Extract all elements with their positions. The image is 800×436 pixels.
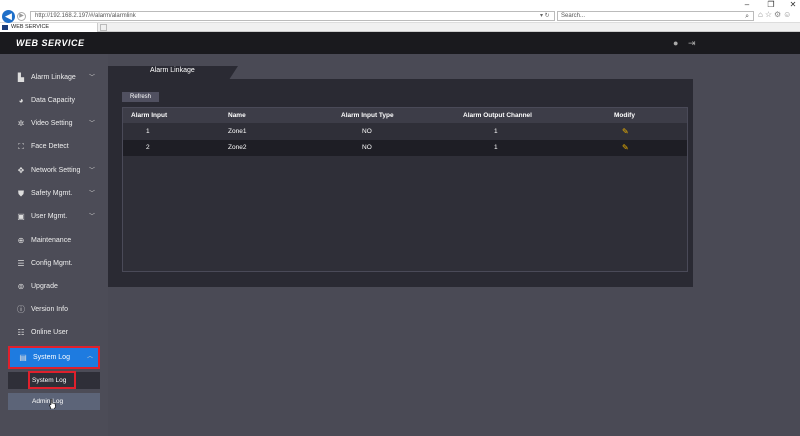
maintenance-icon: ⊕	[17, 236, 25, 245]
network-icon: ✥	[17, 166, 25, 175]
forward-arrow-icon[interactable]: ▶	[17, 12, 26, 21]
sidebar-item-data-capacity[interactable]: ◕ Data Capacity	[8, 91, 100, 111]
sidebar-item-label: Version Info	[31, 306, 68, 313]
cell-type: NO	[362, 144, 372, 151]
sidebar-item-version-info[interactable]: ⓘ Version Info	[8, 300, 100, 320]
sidebar-item-label: System Log	[33, 354, 70, 361]
app-header: WEB SERVICE ● ⇥	[0, 32, 800, 54]
tab-title: WEB SERVICE	[11, 24, 50, 30]
sub-item-label: Admin Log	[32, 398, 64, 405]
cell-alarm-input: 1	[146, 128, 150, 135]
cell-name: Zone1	[228, 128, 247, 135]
edit-pencil-icon[interactable]: ✎	[622, 124, 629, 140]
sidebar-item-safety-mgmt[interactable]: ⛊ Safety Mgmt. ﹀	[8, 184, 100, 204]
sidebar-item-user-mgmt[interactable]: ▣ User Mgmt. ﹀	[8, 207, 100, 227]
config-icon: ☰	[17, 259, 25, 268]
tab-label: Alarm Linkage	[150, 67, 195, 74]
close-icon[interactable]: ✕	[786, 0, 800, 9]
logout-icon[interactable]: ⇥	[688, 38, 696, 49]
sidebar-item-maintenance[interactable]: ⊕ Maintenance	[8, 231, 100, 251]
sidebar-item-alarm-linkage[interactable]: ▙ Alarm Linkage ﹀	[8, 68, 100, 88]
user-icon: ▣	[17, 212, 25, 221]
sidebar-item-label: Config Mgmt.	[31, 260, 73, 267]
sidebar-item-label: Video Setting	[31, 120, 73, 127]
sidebar-item-label: User Mgmt.	[31, 213, 68, 220]
alarm-linkage-icon: ▙	[17, 73, 25, 82]
sidebar-item-video-setting[interactable]: ✲ Video Setting ﹀	[8, 114, 100, 134]
edit-pencil-icon[interactable]: ✎	[622, 140, 629, 156]
table-row[interactable]: 1 Zone1 NO 1 ✎	[123, 124, 687, 140]
refresh-icon[interactable]: ▾ ↻	[540, 11, 550, 21]
minimize-icon[interactable]: –	[740, 0, 754, 9]
back-arrow-icon[interactable]: ◀	[2, 10, 15, 23]
sidebar-item-online-user[interactable]: ☷ Online User	[8, 323, 100, 343]
sidebar-item-upgrade[interactable]: ⊚ Upgrade	[8, 277, 100, 297]
refresh-button[interactable]: Refresh	[122, 92, 159, 102]
column-header: Modify	[614, 112, 635, 119]
brand-title: WEB SERVICE	[16, 38, 85, 48]
chevron-down-icon: ﹀	[88, 214, 95, 220]
sub-item-system-log[interactable]: System Log	[8, 371, 100, 389]
chevron-down-icon: ﹀	[88, 121, 95, 127]
table-header: Alarm Input Name Alarm Input Type Alarm …	[123, 108, 687, 123]
sidebar-item-label: Online User	[31, 329, 68, 336]
column-header: Alarm Input	[131, 112, 168, 119]
browser-tabbar: WEB SERVICE	[0, 23, 800, 32]
face-detect-icon: ⛶	[18, 142, 24, 151]
chevron-down-icon: ﹀	[88, 191, 95, 197]
cell-output: 1	[494, 128, 498, 135]
cell-type: NO	[362, 128, 372, 135]
browser-tab[interactable]: WEB SERVICE	[0, 23, 98, 32]
sidebar-item-label: Alarm Linkage	[31, 74, 76, 81]
table-row[interactable]: 2 Zone2 NO 1 ✎	[123, 140, 687, 156]
hand-cursor-icon	[49, 399, 56, 409]
cell-name: Zone2	[228, 144, 247, 151]
browser-addressbar: ◀ ▶ http://192.168.2.197/#/alarm/alarmli…	[0, 9, 800, 23]
url-input[interactable]: http://192.168.2.197/#/alarm/alarmlink	[30, 11, 555, 21]
system-log-icon: ▤	[19, 353, 27, 362]
chevron-down-icon: ﹀	[88, 168, 95, 174]
online-user-icon: ☷	[17, 328, 25, 337]
browser-search-input[interactable]: Search... ⌕	[557, 11, 754, 21]
pie-chart-icon: ◕	[18, 96, 24, 105]
alarm-linkage-table: Alarm Input Name Alarm Input Type Alarm …	[122, 107, 688, 272]
sidebar-item-label: Safety Mgmt.	[31, 190, 73, 197]
sidebar-item-network-setting[interactable]: ✥ Network Setting ﹀	[8, 161, 100, 181]
sidebar-item-label: Network Setting	[31, 167, 81, 174]
cell-output: 1	[494, 144, 498, 151]
new-tab-button[interactable]	[100, 24, 107, 31]
upgrade-icon: ⊚	[17, 282, 25, 291]
sidebar-item-label: Data Capacity	[31, 97, 75, 104]
user-icon[interactable]: ●	[673, 38, 678, 48]
tab-favicon-icon	[2, 25, 8, 30]
video-setting-icon: ✲	[17, 119, 25, 128]
cell-alarm-input: 2	[146, 144, 150, 151]
sidebar-item-label: Upgrade	[31, 283, 58, 290]
column-header: Alarm Output Channel	[463, 112, 532, 119]
browser-toolbar-icons[interactable]: ⌂☆⚙☺	[758, 10, 793, 19]
sidebar-item-label: Maintenance	[31, 237, 72, 244]
maximize-icon[interactable]: ❐	[764, 0, 778, 9]
shield-icon: ⛊	[18, 189, 24, 198]
sidebar-item-label: Face Detect	[31, 143, 69, 150]
highlight-outline	[28, 371, 76, 389]
sidebar-item-system-log[interactable]: ▤ System Log ︿	[8, 346, 100, 369]
column-header: Alarm Input Type	[341, 112, 394, 119]
chevron-up-icon: ︿	[86, 354, 93, 360]
column-header: Name	[228, 112, 246, 119]
info-icon: ⓘ	[17, 305, 25, 314]
sidebar-item-config-mgmt[interactable]: ☰ Config Mgmt.	[8, 254, 100, 274]
chevron-down-icon: ﹀	[88, 75, 95, 81]
search-icon[interactable]: ⌕	[745, 12, 749, 21]
search-placeholder: Search...	[561, 13, 586, 19]
sidebar-item-face-detect[interactable]: ⛶ Face Detect	[8, 137, 100, 157]
